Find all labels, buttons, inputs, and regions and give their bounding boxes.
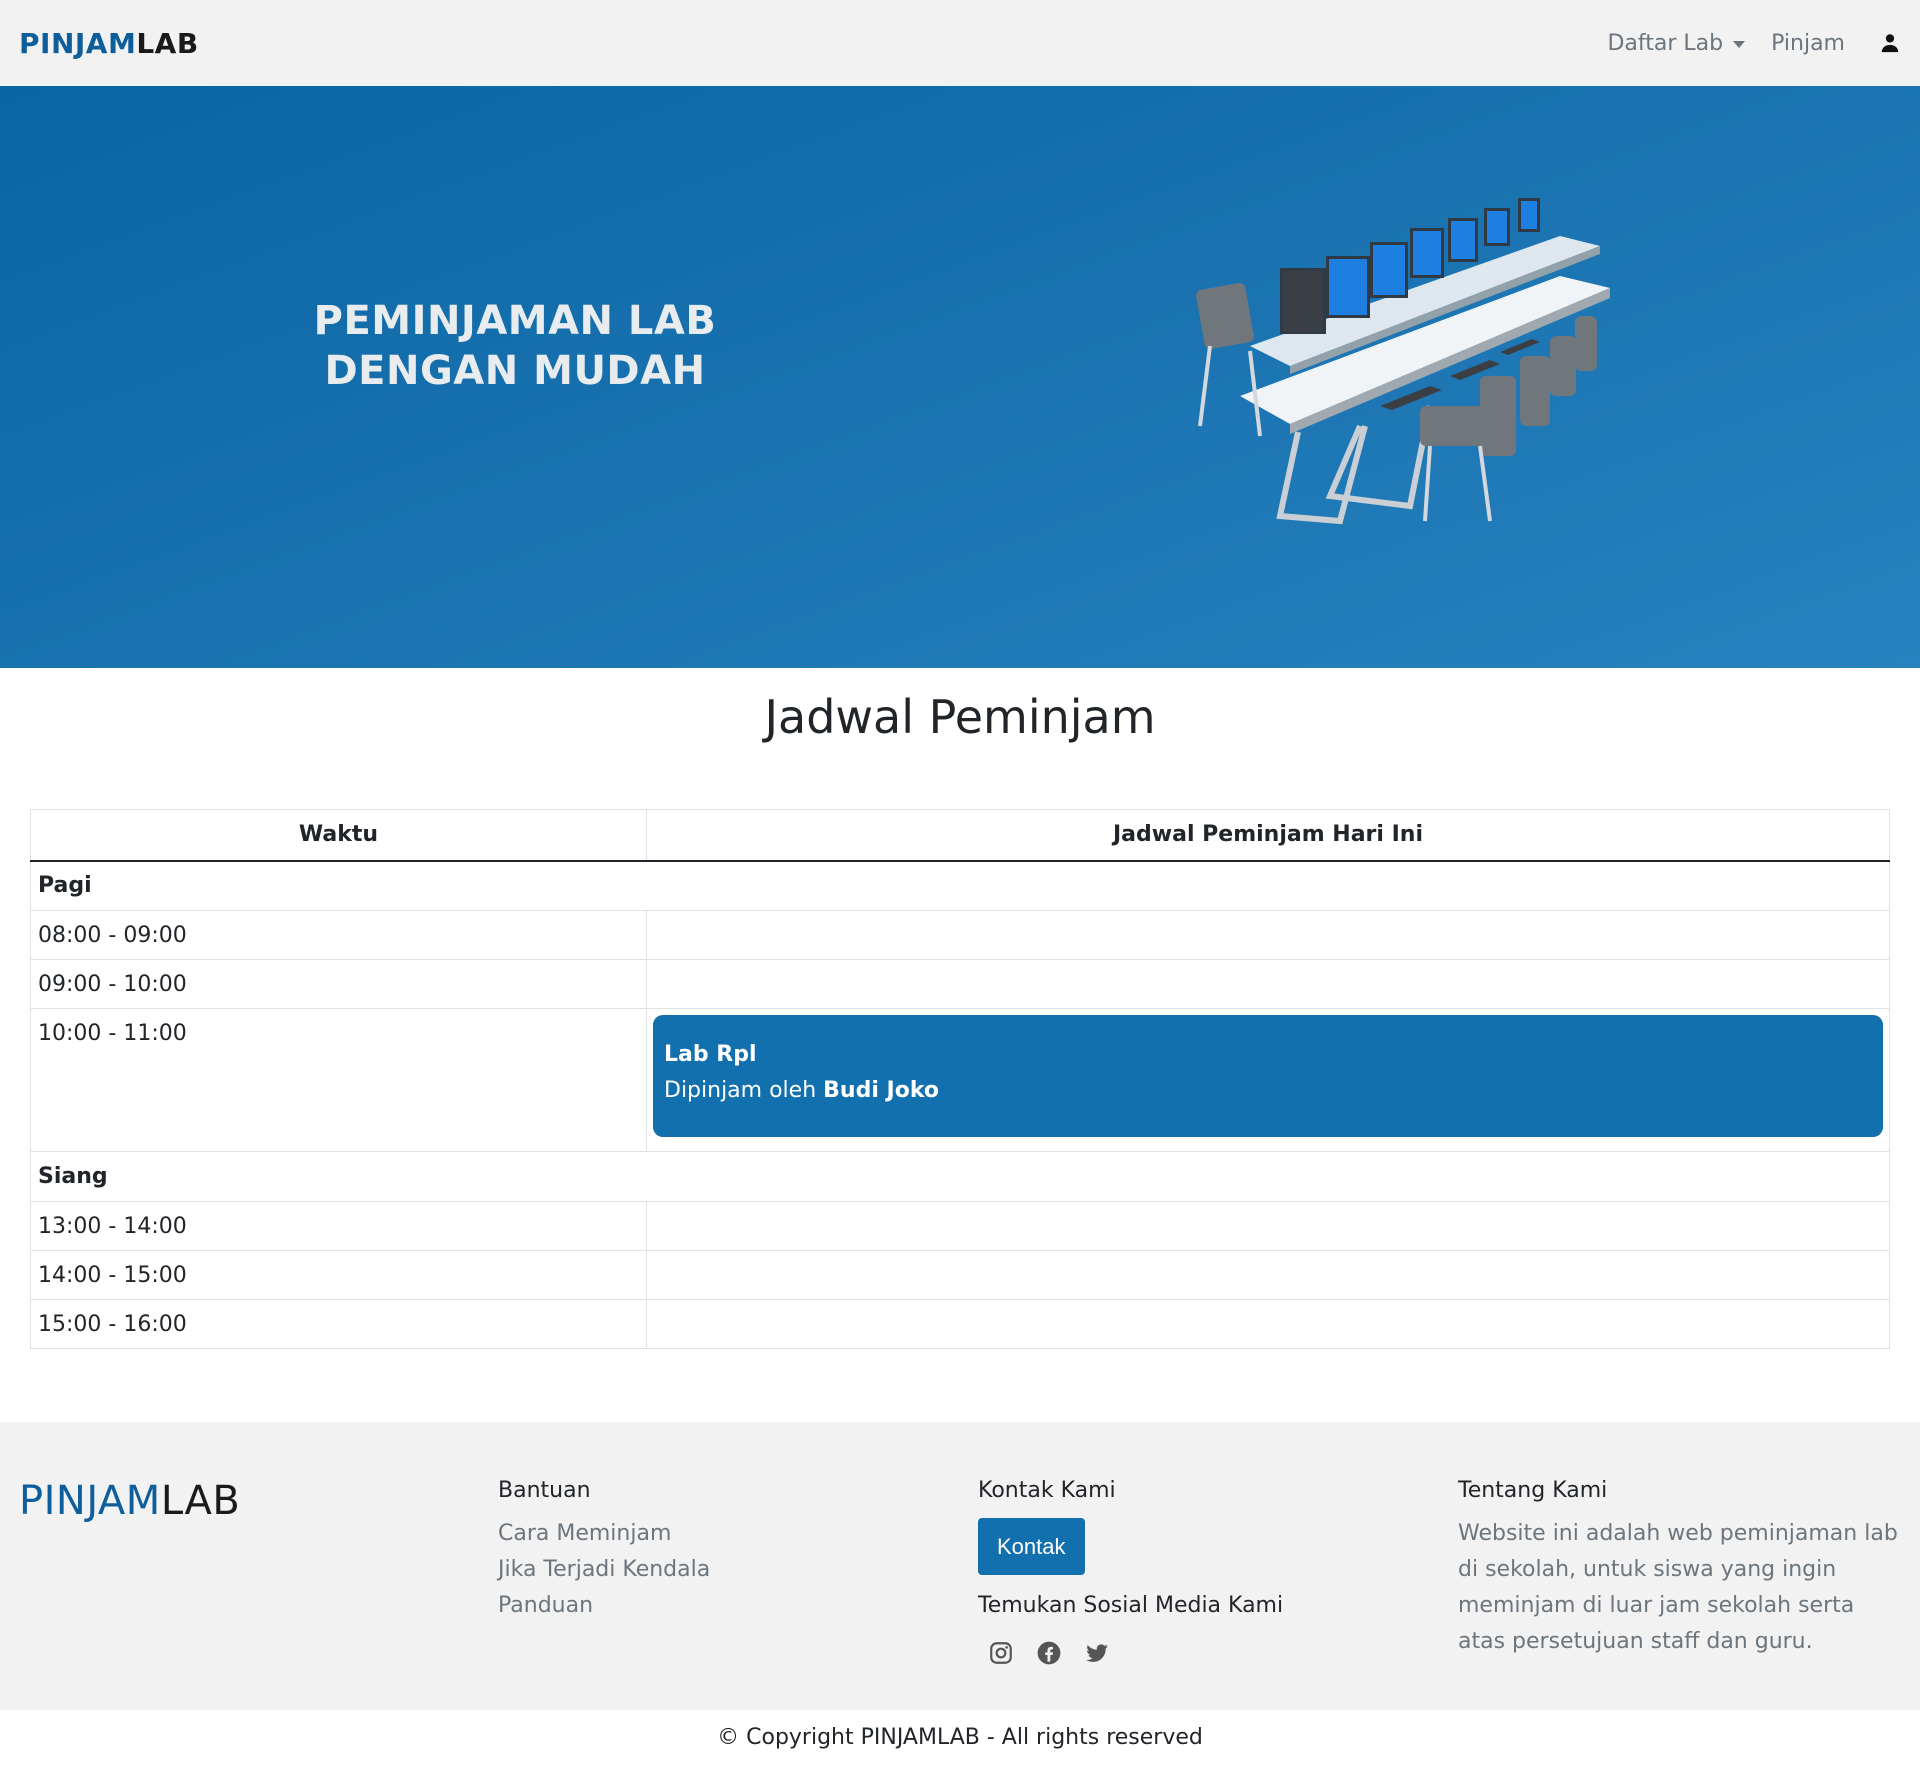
booking-borrower: Budi Joko [823,1078,939,1103]
time-cell: 08:00 - 09:00 [30,910,647,960]
nav-daftar-lab-label: Daftar Lab [1607,30,1724,56]
booking-card[interactable]: Lab Rpl Dipinjam oleh Budi Joko [653,1015,1883,1137]
footer-kontak: Kontak Kami Kontak Temukan Sosial Media … [978,1478,1283,1666]
footer-brand-logo[interactable]: PINJAMLAB [19,1478,240,1524]
header-jadwal: Jadwal Peminjam Hari Ini [646,809,1890,862]
table-row: 15:00 - 16:00 [30,1299,1890,1349]
time-cell: 13:00 - 14:00 [30,1201,647,1251]
hero-title-line1: PEMINJAMAN LAB [313,298,717,344]
nav-pinjam-link[interactable]: Pinjam [1771,31,1845,56]
booking-cell [646,1201,1890,1251]
social-title: Temukan Sosial Media Kami [978,1593,1284,1618]
computer-lab-illustration [1196,198,1610,525]
social-icons [978,1640,1283,1666]
table-row: 13:00 - 14:00 [30,1201,1890,1251]
session-label: Pagi [30,860,1890,911]
brand-logo[interactable]: PINJAMLAB [19,27,199,60]
table-row: 14:00 - 15:00 [30,1250,1890,1300]
booking-cell [646,959,1890,1009]
footer-tentang: Tentang Kami Website ini adalah web pemi… [1458,1478,1898,1660]
tentang-description: Website ini adalah web peminjaman lab di… [1458,1521,1898,1654]
instagram-icon[interactable] [988,1640,1014,1666]
schedule-title: Jadwal Peminjam [764,690,1156,744]
time-cell: 14:00 - 15:00 [30,1250,647,1300]
kontak-button[interactable]: Kontak [978,1518,1085,1575]
facebook-icon[interactable] [1036,1640,1062,1666]
booking-prefix: Dipinjam oleh [664,1078,824,1103]
time-cell: 10:00 - 11:00 [30,1008,647,1152]
session-row-pagi: Pagi [30,860,1890,911]
hero-banner: PEMINJAMAN LAB DENGAN MUDAH [0,86,1920,668]
schedule-table: Waktu Jadwal Peminjam Hari Ini Pagi 08:0… [30,809,1890,1349]
booking-cell [646,1299,1890,1349]
booking-cell [646,910,1890,960]
hero-title: PEMINJAMAN LAB DENGAN MUDAH [270,296,760,396]
booking-cell [646,1250,1890,1300]
tentang-title: Tentang Kami [1458,1478,1608,1503]
footer-bantuan: Bantuan Cara Meminjam Jika Terjadi Kenda… [498,1478,710,1624]
nav-pinjam-label: Pinjam [1771,30,1845,56]
brand-part-lab: LAB [136,26,199,60]
table-header-row: Waktu Jadwal Peminjam Hari Ini [30,809,1890,862]
nav-daftar-lab-dropdown[interactable]: Daftar Lab [1607,30,1746,56]
user-icon[interactable] [1879,32,1901,54]
navbar: PINJAMLAB Daftar Lab Pinjam [0,0,1920,86]
footer-brand-part-lab: LAB [160,1478,241,1524]
session-row-siang: Siang [30,1151,1890,1202]
time-cell: 09:00 - 10:00 [30,959,647,1009]
link-panduan[interactable]: Panduan [498,1588,710,1624]
table-row: 08:00 - 09:00 [30,910,1890,960]
booking-lab-name: Lab Rpl [664,1042,757,1067]
session-label: Siang [30,1151,1890,1202]
booking-cell: Lab Rpl Dipinjam oleh Budi Joko [646,1008,1890,1152]
footer: PINJAMLAB Bantuan Cara Meminjam Jika Ter… [0,1422,1920,1710]
footer-brand-part-pinjam: PINJAM [19,1478,161,1524]
table-row: 09:00 - 10:00 [30,959,1890,1009]
link-jika-terjadi-kendala[interactable]: Jika Terjadi Kendala [498,1552,710,1588]
link-cara-meminjam[interactable]: Cara Meminjam [498,1516,710,1552]
table-row: 10:00 - 11:00 Lab Rpl Dipinjam oleh Budi… [30,1008,1890,1152]
time-cell: 15:00 - 16:00 [30,1299,647,1349]
nav-menu: Daftar Lab Pinjam [1607,31,1901,56]
kontak-title: Kontak Kami [978,1478,1116,1503]
bantuan-title: Bantuan [498,1478,591,1503]
caret-down-icon [1733,40,1746,48]
brand-part-pinjam: PINJAM [19,26,137,60]
twitter-icon[interactable] [1084,1640,1110,1666]
header-waktu: Waktu [30,809,647,862]
hero-title-line2: DENGAN MUDAH [324,348,706,394]
copyright-text: © Copyright PINJAMLAB - All rights reser… [717,1725,1203,1750]
